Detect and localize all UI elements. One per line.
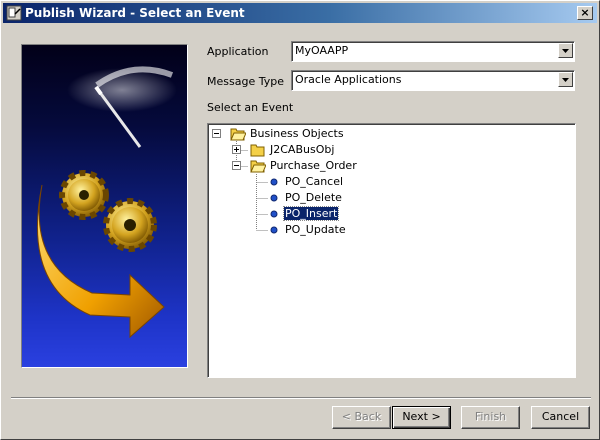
back-button[interactable]: < Back bbox=[332, 406, 391, 429]
event-dot-icon bbox=[270, 226, 278, 234]
event-dot-icon bbox=[270, 178, 278, 186]
wizard-illustration bbox=[36, 66, 177, 339]
title-bar[interactable]: Publish Wizard - Select an Event × bbox=[3, 3, 597, 23]
open-folder-icon bbox=[250, 160, 266, 173]
publish-wizard-window: Publish Wizard - Select an Event × Appli… bbox=[0, 0, 600, 440]
tree-node-label: Business Objects bbox=[250, 127, 344, 140]
close-icon: × bbox=[580, 6, 590, 19]
collapse-icon[interactable] bbox=[232, 161, 241, 170]
application-value: MyOAAPP bbox=[295, 44, 349, 57]
event-tree[interactable]: Business Objects J2CABusObj Purchase_Ord… bbox=[207, 123, 576, 378]
gear-icon bbox=[59, 170, 109, 220]
chevron-down-icon bbox=[562, 78, 569, 82]
tree-node-label: J2CABusObj bbox=[270, 143, 335, 156]
application-combobox[interactable]: MyOAAPP bbox=[291, 41, 575, 62]
select-event-label: Select an Event bbox=[207, 101, 294, 114]
open-folder-icon bbox=[230, 128, 246, 141]
window-title: Publish Wizard - Select an Event bbox=[25, 6, 245, 20]
gear-icon bbox=[103, 198, 157, 252]
application-label: Application bbox=[207, 45, 269, 58]
message-type-label: Message Type bbox=[207, 75, 284, 88]
chevron-down-icon bbox=[562, 49, 569, 53]
cancel-button[interactable]: Cancel bbox=[531, 406, 590, 429]
message-type-combobox[interactable]: Oracle Applications bbox=[291, 70, 575, 91]
separator-highlight bbox=[11, 398, 591, 399]
collapse-icon[interactable] bbox=[212, 129, 221, 138]
close-button[interactable]: × bbox=[577, 6, 593, 20]
folder-icon bbox=[250, 144, 265, 157]
app-icon bbox=[6, 5, 22, 21]
event-dot-icon bbox=[270, 210, 278, 218]
message-type-dropdown-button[interactable] bbox=[558, 72, 573, 87]
tree-node-label: PO_Cancel bbox=[285, 175, 344, 188]
tree-node-label: PO_Update bbox=[285, 223, 346, 236]
event-dot-icon bbox=[270, 194, 278, 202]
application-dropdown-button[interactable] bbox=[558, 43, 573, 58]
tree-node-label: Purchase_Order bbox=[270, 159, 357, 172]
message-type-value: Oracle Applications bbox=[295, 73, 402, 86]
expand-icon[interactable] bbox=[232, 145, 241, 154]
tree-node-label: PO_Delete bbox=[285, 191, 342, 204]
next-button[interactable]: Next > bbox=[392, 406, 451, 429]
finish-button[interactable]: Finish bbox=[461, 406, 520, 429]
wizard-banner-image bbox=[21, 44, 188, 368]
tree-node-label-selected: PO_Insert bbox=[282, 206, 340, 221]
